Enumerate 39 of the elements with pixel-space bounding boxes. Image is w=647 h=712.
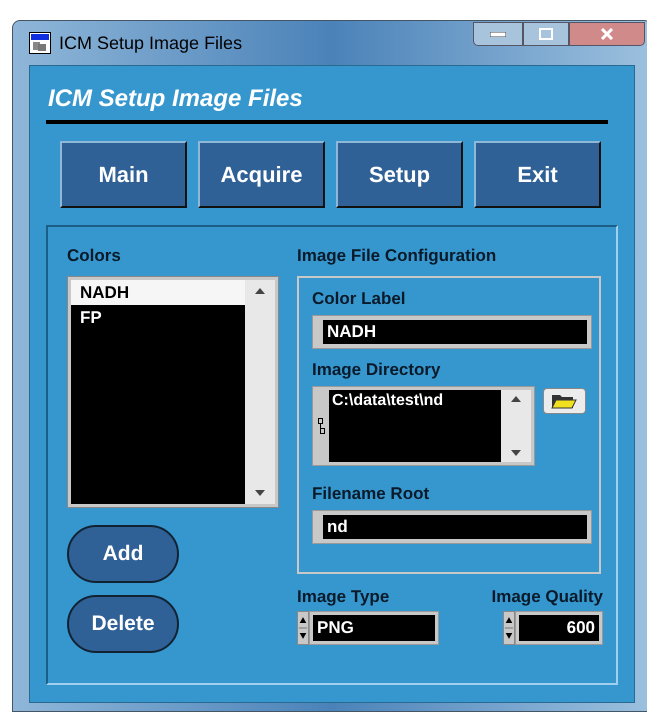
app-icon xyxy=(29,32,51,54)
scroll-down-icon[interactable] xyxy=(255,490,265,496)
nav-button[interactable]: Main xyxy=(60,141,187,208)
filename-root-field[interactable]: nd xyxy=(312,510,592,544)
nav-button[interactable]: Acquire xyxy=(198,141,325,208)
field-label: Image Type xyxy=(297,586,390,608)
field-label: Filename Root xyxy=(312,483,430,505)
minimize-button[interactable] xyxy=(473,22,523,46)
close-button[interactable] xyxy=(569,22,645,46)
path-icon xyxy=(318,418,324,434)
scroll-up-icon[interactable] xyxy=(255,288,265,294)
colors-label: Colors xyxy=(67,245,122,267)
close-icon xyxy=(600,28,614,40)
image-quality-field[interactable]: 600 xyxy=(515,611,603,645)
section-title: Image File Configuration xyxy=(297,245,498,267)
image-type-field[interactable]: PNG xyxy=(309,611,439,645)
list-item[interactable]: NADH xyxy=(71,280,245,305)
field-label: Image Directory xyxy=(312,359,442,381)
scroll-up-icon[interactable] xyxy=(510,396,521,402)
field-label: Color Label xyxy=(312,288,407,310)
maximize-icon xyxy=(539,28,553,40)
page-heading: ICM Setup Image Files xyxy=(47,84,304,114)
browse-button[interactable] xyxy=(542,388,586,414)
colors-list[interactable]: NADH FP xyxy=(67,276,279,508)
action-button[interactable]: Delete xyxy=(67,595,179,653)
field-label: Image Quality xyxy=(492,586,603,608)
maximize-button[interactable] xyxy=(523,22,569,46)
nav-button[interactable]: Exit xyxy=(474,141,601,208)
folder-icon xyxy=(551,393,578,409)
directory-field[interactable]: C:\data\test\nd xyxy=(312,386,535,466)
spinner-arrows-icon[interactable] xyxy=(297,611,309,645)
color-label-field[interactable]: NADH xyxy=(312,315,592,349)
nav-button[interactable]: Setup xyxy=(336,141,463,208)
action-button[interactable]: Add xyxy=(67,525,179,583)
scrollbar[interactable] xyxy=(245,280,275,504)
window-title: ICM Setup Image Files xyxy=(59,32,242,55)
minimize-icon xyxy=(490,32,506,36)
spinner-arrows-icon[interactable] xyxy=(503,611,515,645)
scroll-down-icon[interactable] xyxy=(510,450,521,456)
